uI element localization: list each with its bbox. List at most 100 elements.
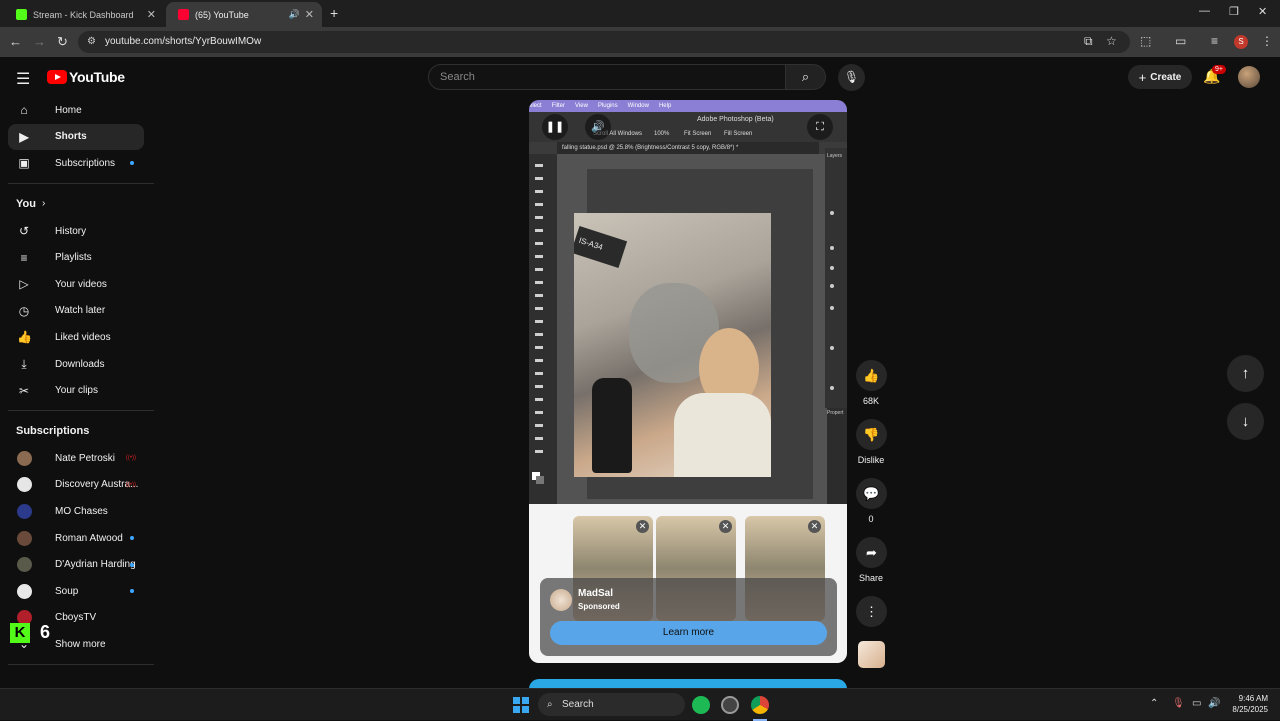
tab-kick-dashboard[interactable]: Stream - Kick Dashboard ✕ [4, 2, 164, 27]
sidebar-divider [8, 663, 154, 665]
sidebar-channel[interactable]: Soup [8, 578, 144, 605]
extensions-icon[interactable]: ⬚ [1140, 34, 1151, 48]
kick-viewer-count: 6 [40, 622, 51, 642]
show-hidden-icons-icon[interactable]: ⌃ [1150, 698, 1158, 709]
site-info-icon[interactable]: ⚙ [87, 31, 96, 53]
windows-start-icon[interactable] [513, 697, 529, 713]
close-icon[interactable]: ✕ [636, 520, 649, 533]
sidebar-channel[interactable]: D'Aydrian Harding [8, 551, 144, 578]
sidebar-channel[interactable]: Roman Atwood [8, 525, 144, 552]
youtube-logo[interactable]: YouTube [47, 69, 125, 85]
vase-image [592, 378, 632, 473]
volume-button[interactable]: 🔊 [585, 114, 611, 140]
create-button[interactable]: + Create [1128, 65, 1192, 89]
close-window-icon[interactable]: ✕ [1258, 5, 1267, 18]
volume-icon: 🔊 [591, 121, 605, 133]
pause-button[interactable]: ❚❚ [542, 114, 568, 140]
chrome-icon[interactable] [751, 696, 769, 714]
sidebar-subscriptions-heading: Subscriptions [16, 424, 90, 437]
taskbar-search[interactable]: ⌕ Search [538, 693, 685, 716]
chevron-right-icon: › [41, 198, 46, 210]
network-icon[interactable]: ▭ [1192, 698, 1201, 709]
address-bar[interactable]: ⚙ youtube.com/shorts/YyrBouwIMOw [78, 31, 1130, 53]
search-input[interactable]: Search [428, 64, 786, 90]
sidebar-divider [8, 182, 154, 184]
reload-icon[interactable]: ↻ [57, 34, 68, 50]
previous-short-button[interactable]: ↑ [1227, 355, 1264, 392]
voice-search-button[interactable]: 🎙 [838, 64, 865, 91]
downloads-icon: ⤓ [21, 356, 27, 371]
sidebar-item-downloads[interactable]: ⤓ Downloads [8, 351, 144, 378]
sidebar-channel[interactable]: Nate Petroski ((•)) [8, 445, 144, 472]
sidebar-item-liked-videos[interactable]: 👍 Liked videos [8, 324, 144, 351]
more-options-button[interactable]: ⋮ [856, 596, 887, 627]
close-icon[interactable]: ✕ [719, 520, 732, 533]
sidebar-item-watch-later[interactable]: ◷ Watch later [8, 298, 144, 325]
search-button[interactable]: ⌕ [786, 64, 826, 90]
share-button[interactable]: ➦ [856, 537, 887, 568]
sidebar-item-your-videos[interactable]: ▷ Your videos [8, 271, 144, 298]
advertiser-avatar[interactable] [550, 589, 572, 611]
thumbs-down-icon: 👎 [863, 427, 880, 442]
close-icon[interactable]: ✕ [808, 520, 821, 533]
sidebar-item-playlists[interactable]: ≡ Playlists [8, 244, 144, 271]
tab-title: (65) YouTube [195, 9, 249, 20]
volume-tray-icon[interactable]: 🔊 [1208, 698, 1220, 709]
sidebar-item-home[interactable]: ⌂ Home [8, 97, 144, 124]
side-panel-icon[interactable]: ▭ [1175, 34, 1186, 48]
restore-icon[interactable]: ❐ [1229, 5, 1239, 18]
audio-playing-icon[interactable]: 🔊 [289, 9, 300, 20]
playlists-icon: ≡ [20, 250, 28, 265]
close-tab-icon[interactable]: ✕ [147, 8, 156, 21]
browser-menu-icon[interactable]: ⋮ [1261, 34, 1273, 48]
advertiser-name[interactable]: MadSal [578, 588, 613, 599]
sidebar-item-subscriptions[interactable]: ▣ Subscriptions [8, 150, 144, 177]
shorts-icon: ▶ [19, 129, 29, 144]
notification-badge: 9+ [1212, 65, 1226, 74]
comments-button[interactable]: 💬 [856, 478, 887, 509]
thumbs-up-icon: 👍 [863, 368, 880, 383]
system-clock[interactable]: 9:46 AM 8/25/2025 [1226, 693, 1268, 715]
sidebar-item-your-clips[interactable]: ✂ Your clips [8, 377, 144, 404]
sidebar-you-heading[interactable]: You › [0, 190, 154, 218]
microphone-tray-icon[interactable]: 🎙 [1172, 698, 1185, 709]
dislike-button[interactable]: 👎 [856, 419, 887, 450]
comment-icon: 💬 [863, 486, 880, 501]
hamburger-menu-icon[interactable]: ☰ [16, 69, 30, 89]
like-button[interactable]: 👍 [856, 360, 887, 391]
dislike-label: Dislike [857, 455, 885, 465]
sidebar-item-shorts[interactable]: ▶ Shorts [8, 123, 144, 151]
forward-icon[interactable]: → [33, 34, 46, 49]
profile-avatar[interactable]: S [1234, 35, 1248, 49]
install-app-icon[interactable]: ⧉ [1084, 34, 1093, 49]
account-avatar[interactable] [1238, 66, 1260, 88]
sidebar-channel[interactable]: Discovery Austra... ((•)) [8, 472, 144, 499]
minimize-icon[interactable]: — [1199, 5, 1210, 17]
photoshop-menu-bar: elect Filter View Plugins Window Help [529, 100, 847, 112]
subscriptions-icon: ▣ [18, 156, 30, 171]
close-tab-icon[interactable]: ✕ [305, 8, 314, 21]
new-tab-icon[interactable]: + [330, 5, 338, 21]
more-vertical-icon: ⋮ [865, 604, 878, 619]
learn-more-button[interactable]: Learn more [550, 621, 827, 645]
share-label: Share [858, 573, 884, 583]
spotify-icon[interactable] [692, 696, 710, 714]
shorts-video-player[interactable]: elect Filter View Plugins Window Help Ad… [529, 100, 847, 663]
obs-icon[interactable] [721, 696, 739, 714]
share-icon: ➦ [866, 545, 877, 560]
back-icon[interactable]: ← [9, 34, 22, 49]
sponsored-ad-card[interactable]: MadSal Sponsored Learn more [540, 578, 837, 656]
youtube-page: ☰ YouTube Search ⌕ 🎙 + Create 🔔 9+ ⌂ Hom… [0, 57, 1280, 689]
sound-thumbnail[interactable] [858, 641, 885, 668]
fullscreen-button[interactable]: ⛶ [807, 114, 833, 140]
sidebar-item-history[interactable]: ↺ History [8, 218, 144, 245]
media-controls-icon[interactable]: ≡ [1211, 34, 1218, 48]
live-indicator-icon: ((•)) [125, 455, 136, 462]
next-short-button[interactable]: ↓ [1227, 403, 1264, 440]
watch-later-icon: ◷ [18, 303, 30, 318]
sidebar-channel[interactable]: MO Chases [8, 498, 144, 525]
video-frame-photo: IS-A34 [574, 213, 771, 477]
bookmark-star-icon[interactable]: ☆ [1106, 34, 1117, 48]
tab-youtube[interactable]: (65) YouTube 🔊 ✕ [166, 2, 322, 27]
photoshop-document-tab: falling statue.psd @ 25.8% (Brightness/C… [557, 142, 819, 154]
